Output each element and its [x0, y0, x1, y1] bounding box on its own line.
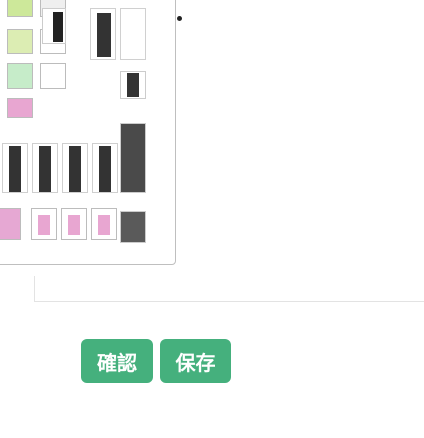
divider: [34, 301, 424, 302]
palette-swatch-dark[interactable]: [127, 73, 139, 97]
palette-swatch[interactable]: [53, 12, 63, 42]
palette-swatch[interactable]: [98, 215, 110, 235]
palette-indicator-dot: [177, 16, 182, 21]
palette-swatch[interactable]: [68, 215, 80, 235]
app-stage: 確認 保存: [0, 0, 424, 438]
palette-swatch[interactable]: [7, 0, 33, 17]
palette-swatch[interactable]: [38, 215, 50, 235]
palette-swatch-dark[interactable]: [9, 146, 21, 192]
save-button[interactable]: 保存: [160, 339, 231, 383]
palette-swatch[interactable]: [7, 98, 33, 118]
palette-swatch-dark[interactable]: [69, 146, 81, 192]
palette-swatch-dark[interactable]: [97, 13, 111, 57]
confirm-button[interactable]: 確認: [81, 339, 153, 383]
palette-swatch-dark[interactable]: [99, 146, 111, 192]
palette-swatch-dark[interactable]: [120, 123, 146, 193]
palette-swatch-dark[interactable]: [120, 8, 146, 60]
palette-swatch-dark[interactable]: [39, 146, 51, 192]
palette-swatch[interactable]: [40, 63, 66, 89]
palette-swatch-dark[interactable]: [120, 211, 146, 243]
palette-swatch[interactable]: [0, 208, 21, 240]
color-palette-panel: [0, 0, 176, 265]
divider-vertical: [34, 276, 35, 302]
palette-swatch[interactable]: [7, 29, 33, 54]
palette-swatch[interactable]: [7, 63, 33, 89]
